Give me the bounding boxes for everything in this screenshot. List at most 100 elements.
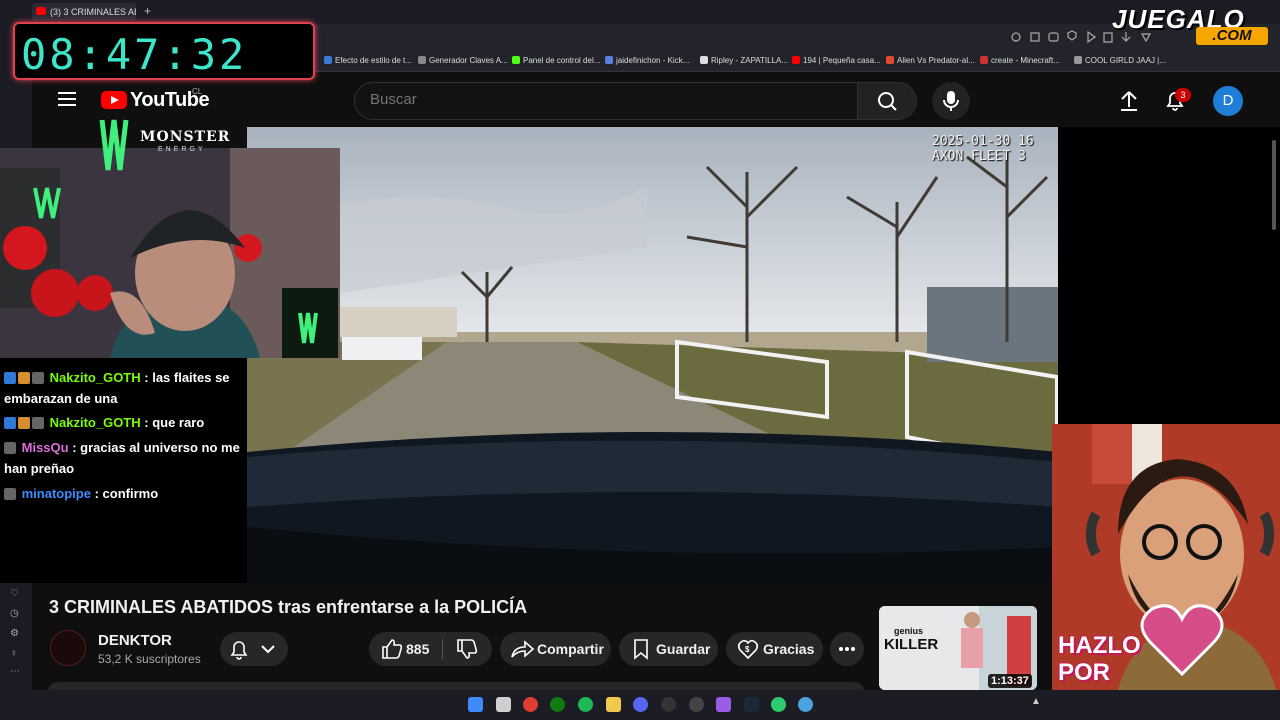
- chat-badge-icon: [4, 372, 16, 384]
- steam-icon[interactable]: [744, 697, 759, 712]
- bookmark-icon: [324, 56, 332, 64]
- bookmark-icon: [1140, 33, 1152, 43]
- tips-icon[interactable]: ♀: [10, 648, 18, 659]
- obs-icon[interactable]: [661, 697, 676, 712]
- monster-logo-subtext: ENERGY: [158, 146, 206, 153]
- system-tray-chevron-icon[interactable]: ▲: [1031, 696, 1041, 707]
- history-icon[interactable]: ◷: [10, 608, 19, 619]
- webcam-feed: [0, 148, 340, 358]
- share-button[interactable]: Compartir: [500, 632, 611, 666]
- youtube-favicon-icon: [36, 7, 46, 15]
- menu-icon[interactable]: [58, 92, 76, 106]
- app-icon[interactable]: [798, 697, 813, 712]
- chat-badge-icon: [18, 372, 30, 384]
- bookmark-item[interactable]: Panel de control del...: [512, 56, 600, 65]
- bookmark-item[interactable]: Ripley - ZAPATILLA...: [700, 56, 788, 65]
- chat-message: MissQu : gracias al universo no me han p…: [4, 440, 240, 476]
- dashcam-timestamp: 2025-01-30 16 AXON FLEET 3: [932, 134, 1034, 164]
- search-button[interactable]: [857, 82, 917, 120]
- more-icon[interactable]: ⋯: [10, 666, 20, 677]
- microphone-icon: [943, 91, 959, 111]
- save-button[interactable]: Guardar: [619, 632, 718, 666]
- chat-message: Nakzito_GOTH : las flaites se embarazan …: [4, 370, 230, 406]
- heart-icon[interactable]: ♡: [10, 588, 19, 599]
- like-divider: [442, 639, 443, 659]
- voice-search-button[interactable]: [932, 82, 970, 120]
- bookmark-item[interactable]: Generador Claves A...: [418, 56, 508, 65]
- reader-icon: [1103, 32, 1113, 43]
- chat-badge-icon: [32, 372, 44, 384]
- chat-badge-icon: [32, 417, 44, 429]
- subscriber-count: 53,2 K suscriptores: [98, 652, 201, 666]
- discord-icon[interactable]: [633, 697, 648, 712]
- play-icon: [1087, 30, 1097, 44]
- bookmark-icon: [980, 56, 988, 64]
- channel-avatar[interactable]: [50, 630, 86, 666]
- share-icon: [511, 640, 535, 658]
- new-tab-button[interactable]: +: [144, 4, 151, 18]
- search-icon: [878, 92, 897, 111]
- bookmark-item[interactable]: jaidefinichon - Kick...: [605, 56, 689, 65]
- bookmark-item[interactable]: 194 | Pequeña casa...: [792, 56, 881, 65]
- channel-name[interactable]: DENKTOR: [98, 632, 172, 649]
- streamer-webcam: [0, 148, 340, 358]
- country-code: CL: [192, 87, 203, 96]
- bookmark-icon: [886, 56, 894, 64]
- app-icon[interactable]: [716, 697, 731, 712]
- dashcam-video-frame: [247, 127, 1058, 583]
- kick-icon: [605, 56, 613, 64]
- app-icon[interactable]: [689, 697, 704, 712]
- chat-message: minatopipe : confirmo: [4, 483, 244, 504]
- shield-icon: [1067, 30, 1077, 41]
- search-input[interactable]: [370, 91, 850, 108]
- bookmark-item[interactable]: Efecto de estilo de t...: [324, 56, 412, 65]
- bookmark-item[interactable]: COOL GIRLD JAAJ |...: [1074, 56, 1166, 65]
- screenshot-icon: [1030, 32, 1040, 42]
- more-actions-button[interactable]: [830, 632, 864, 666]
- app-icon[interactable]: [771, 697, 786, 712]
- opera-icon[interactable]: [523, 697, 538, 712]
- monster-logo-text: MONSTER: [140, 129, 231, 145]
- upload-icon[interactable]: [1118, 89, 1140, 118]
- windows-start-icon[interactable]: [468, 697, 483, 712]
- bookmark-icon: [634, 639, 648, 660]
- chat-badge-icon: [4, 442, 16, 454]
- file-explorer-icon[interactable]: [606, 697, 621, 712]
- xbox-icon[interactable]: [550, 697, 565, 712]
- video-title: 3 CRIMINALES ABATIDOS tras enfrentarse a…: [49, 597, 528, 617]
- spotify-icon[interactable]: [578, 697, 593, 712]
- like-count: 885: [406, 641, 430, 657]
- user-avatar[interactable]: D: [1213, 86, 1243, 116]
- task-view-icon[interactable]: [496, 697, 511, 712]
- bookmark-icon: [1074, 56, 1082, 64]
- thanks-button[interactable]: $ Gracias: [726, 632, 823, 666]
- secondary-column: [1058, 127, 1280, 424]
- chat-badge-icon: [18, 417, 30, 429]
- thumbs-up-icon: [382, 639, 403, 659]
- chat-badge-icon: [4, 417, 16, 429]
- page-scrollbar[interactable]: [1272, 140, 1276, 230]
- recommended-overlay-title: KILLER: [884, 636, 939, 653]
- browser-tab[interactable]: (3) 3 CRIMINALES ABATID: [32, 3, 136, 21]
- video-player[interactable]: [247, 127, 1058, 583]
- dislike-button[interactable]: [452, 632, 482, 666]
- kick-icon: [512, 56, 520, 64]
- svg-text:$: $: [745, 645, 750, 654]
- juegalo-logo-domain: .COM: [1196, 27, 1268, 45]
- super-thanks-icon: $: [737, 639, 759, 660]
- youtube-logo-icon[interactable]: [101, 91, 127, 109]
- youtube-icon: [792, 56, 800, 64]
- chat-badge-icon: [4, 488, 16, 500]
- bookmark-item[interactable]: create - Minecraft...: [980, 56, 1060, 65]
- zoom-icon: [1011, 32, 1021, 42]
- settings-icon[interactable]: ⚙: [10, 628, 19, 639]
- ripley-icon: [700, 56, 708, 64]
- camera-icon: [1048, 32, 1059, 42]
- chat-message: Nakzito_GOTH : que raro: [4, 412, 244, 433]
- stream-clock: 08:47:32: [13, 22, 315, 80]
- recommended-overlay-small: genius: [894, 626, 924, 636]
- subscription-bell-button[interactable]: [220, 632, 288, 666]
- browser-tab-bar: [0, 0, 1280, 24]
- bookmark-icon: [418, 56, 426, 64]
- bookmark-item[interactable]: Alien Vs Predator-al...: [886, 56, 975, 65]
